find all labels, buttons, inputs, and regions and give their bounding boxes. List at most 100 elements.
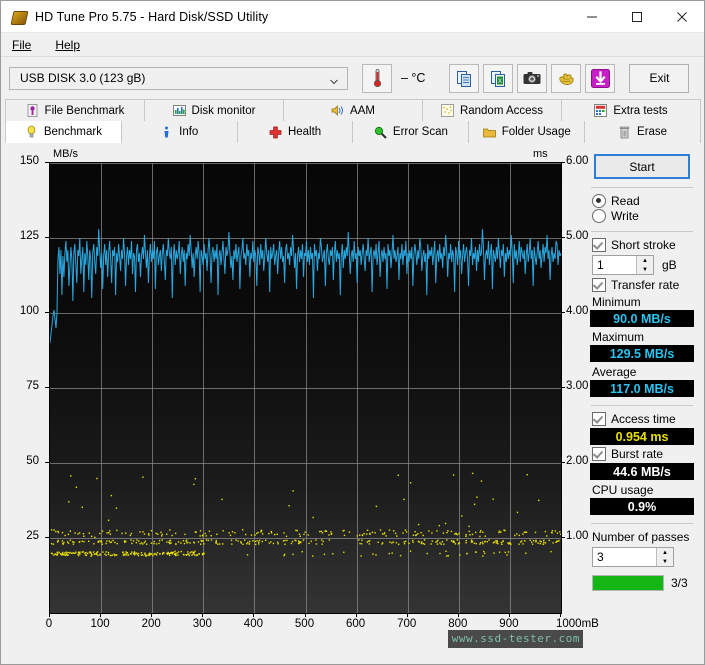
stepper-up-icon[interactable]: ▲ <box>637 256 653 265</box>
tab-file-benchmark[interactable]: File Benchmark <box>5 99 145 121</box>
stepper-buttons[interactable]: ▲ ▼ <box>636 256 653 274</box>
passes-stepper[interactable]: 3 ▲ ▼ <box>592 547 695 567</box>
access-time-dot <box>525 553 526 554</box>
access-time-dot <box>62 540 63 541</box>
download-arrow-icon[interactable] <box>585 64 615 93</box>
access-time-dot <box>141 555 142 556</box>
access-time-dot <box>106 532 107 533</box>
access-time-dot <box>108 532 109 533</box>
access-time-dot <box>475 532 476 533</box>
x-axis-tick-label: 400 <box>230 618 276 630</box>
temperature-icon <box>362 64 392 93</box>
access-time-dot <box>51 553 52 554</box>
tab-health[interactable]: Health <box>237 121 354 143</box>
access-time-dot <box>475 551 476 552</box>
access-time-dot <box>171 535 172 536</box>
x-axis-tick <box>509 613 510 617</box>
tab-erase[interactable]: Erase <box>584 121 701 143</box>
passes-stepper-down-icon[interactable]: ▼ <box>657 557 673 566</box>
access-time-dot <box>400 555 401 556</box>
close-icon[interactable] <box>659 1 704 32</box>
maximize-icon[interactable] <box>614 1 659 32</box>
passes-stepper-up-icon[interactable]: ▲ <box>657 548 673 557</box>
x-axis-tick <box>253 613 254 617</box>
access-time-dot <box>73 544 74 545</box>
menu-file[interactable]: File <box>10 36 41 54</box>
x-axis-tick-label: 1000mB <box>556 618 602 630</box>
checkbox-access-time[interactable]: Access time <box>592 412 695 426</box>
right-axis-tick <box>561 537 565 538</box>
tab-benchmark[interactable]: Benchmark <box>5 121 122 143</box>
y-axis-tick <box>45 312 49 313</box>
right-axis-tick <box>561 462 565 463</box>
transfer-rate-label: Transfer rate <box>611 278 679 292</box>
access-time-dot <box>457 539 458 540</box>
extra-tests-icon <box>594 104 607 117</box>
access-time-dot <box>183 554 184 555</box>
access-time-dot <box>474 543 475 544</box>
access-time-dot <box>305 532 306 533</box>
tab-error-scan[interactable]: Error Scan <box>352 121 469 143</box>
menu-help[interactable]: Help <box>53 36 90 54</box>
tab-info[interactable]: Info <box>121 121 238 143</box>
drive-select[interactable]: USB DISK 3.0 (123 gB) <box>9 67 348 90</box>
access-time-dot <box>216 534 217 535</box>
tab-folder-usage[interactable]: Folder Usage <box>468 121 585 143</box>
access-time-dot <box>251 534 252 535</box>
access-time-dot <box>439 553 440 554</box>
radio-write[interactable]: Write <box>592 209 695 223</box>
tab-disk-monitor[interactable]: Disk monitor <box>144 99 284 121</box>
start-button[interactable]: Start <box>594 154 690 179</box>
access-time-dot <box>497 541 498 542</box>
access-time-dot <box>74 532 75 533</box>
access-time-dot <box>156 543 157 544</box>
checkbox-short-stroke[interactable]: Short stroke <box>592 238 695 252</box>
access-time-dot <box>537 543 538 544</box>
copy-icon[interactable] <box>449 64 479 93</box>
checkbox-burst-rate[interactable]: Burst rate <box>592 447 695 461</box>
window-title: HD Tune Pro 5.75 - Hard Disk/SSD Utility <box>35 10 268 24</box>
access-time-dot <box>257 532 258 533</box>
access-time-dot <box>68 534 69 535</box>
access-time-dot <box>170 542 171 543</box>
tab-extra-tests[interactable]: Extra tests <box>561 99 701 121</box>
passes-input[interactable]: 3 ▲ ▼ <box>592 547 674 567</box>
access-time-dot <box>395 533 396 534</box>
access-time-dot <box>106 540 107 541</box>
access-time-dot <box>187 551 188 552</box>
access-time-dot <box>125 541 126 542</box>
tab-random-access[interactable]: Random Access <box>422 99 562 121</box>
access-time-dot <box>116 554 117 555</box>
passes-stepper-buttons[interactable]: ▲ ▼ <box>656 548 673 566</box>
right-axis-tick-label: 4.00 <box>566 305 588 317</box>
short-stroke-stepper[interactable]: 1 ▲ ▼ gB <box>592 255 695 275</box>
access-time-dot <box>173 552 174 553</box>
minimize-icon[interactable] <box>569 1 614 32</box>
tab-aam[interactable]: AAM <box>283 99 423 121</box>
access-time-dot <box>427 553 428 554</box>
access-time-dot <box>465 534 466 535</box>
stepper-down-icon[interactable]: ▼ <box>637 265 653 274</box>
export-excel-icon[interactable]: X <box>483 64 513 93</box>
access-time-dot <box>262 541 263 542</box>
radio-read[interactable]: Read <box>592 194 695 208</box>
access-time-dot <box>510 544 511 545</box>
access-time-dot <box>109 540 110 541</box>
access-time-dot <box>252 540 253 541</box>
access-time-dot <box>488 539 489 540</box>
access-time-dot <box>413 535 414 536</box>
hdtune-window: HD Tune Pro 5.75 - Hard Disk/SSD Utility… <box>0 0 705 665</box>
access-time-dot <box>441 544 442 545</box>
short-stroke-input[interactable]: 1 ▲ ▼ <box>592 255 654 275</box>
access-time-dot <box>180 542 181 543</box>
camera-icon[interactable] <box>517 64 547 93</box>
exit-button[interactable]: Exit <box>629 64 689 93</box>
toolbar: USB DISK 3.0 (123 gB) – °C <box>1 57 704 99</box>
checkbox-transfer-rate[interactable]: Transfer rate <box>592 278 695 292</box>
access-time-dot <box>367 530 368 531</box>
hand-icon[interactable] <box>551 64 581 93</box>
access-time-dot <box>446 555 447 556</box>
access-time-dot <box>102 530 103 531</box>
benchmark-bulb-icon <box>25 125 38 138</box>
x-axis-tick <box>356 613 357 617</box>
